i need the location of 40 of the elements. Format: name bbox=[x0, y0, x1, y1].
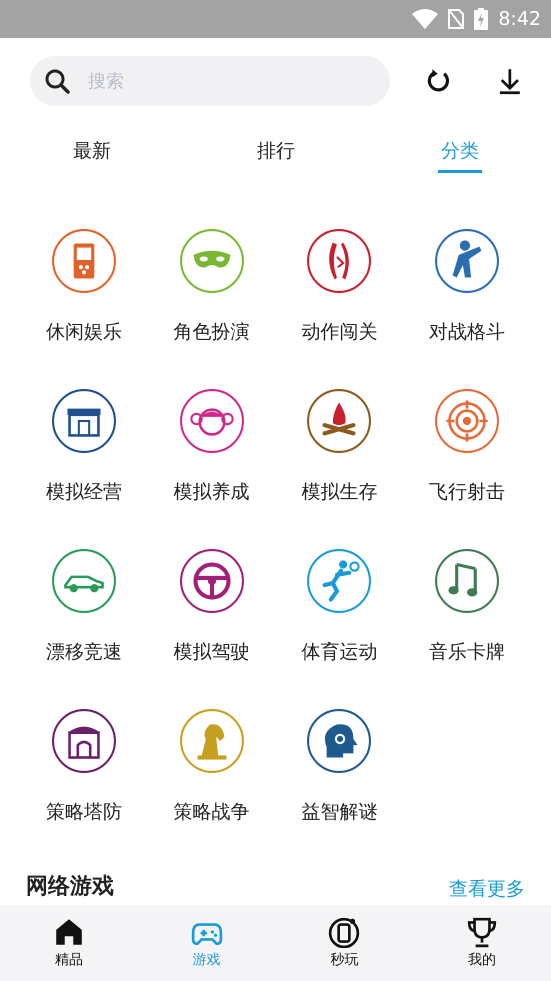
fire-category-icon[interactable] bbox=[306, 388, 372, 454]
search-field[interactable]: 搜索 bbox=[30, 56, 390, 106]
tab[interactable]: 排行 bbox=[254, 137, 298, 173]
tower-category-icon[interactable] bbox=[50, 708, 117, 774]
category-label[interactable]: 模拟驾驶 bbox=[174, 638, 250, 666]
category-label[interactable]: 模拟经营 bbox=[46, 478, 122, 506]
phone-icon bbox=[328, 916, 360, 948]
wifi-icon bbox=[412, 9, 438, 29]
section-title: 网络游戏 bbox=[26, 873, 114, 901]
trophy-icon bbox=[466, 916, 498, 948]
no-sim-icon bbox=[448, 9, 464, 29]
handheld-category-icon[interactable] bbox=[50, 228, 117, 294]
category-label[interactable]: 音乐卡牌 bbox=[429, 638, 506, 666]
category-label[interactable]: 角色扮演 bbox=[174, 318, 250, 346]
category-label[interactable]: 策略战争 bbox=[174, 798, 250, 826]
car-category-icon[interactable] bbox=[50, 548, 117, 614]
category-label[interactable]: 模拟生存 bbox=[301, 478, 378, 506]
wheel-category-icon[interactable] bbox=[178, 548, 245, 614]
category-label[interactable]: 体育运动 bbox=[301, 638, 378, 666]
category-label[interactable]: 策略塔防 bbox=[46, 798, 122, 826]
category-label[interactable]: 模拟养成 bbox=[174, 478, 250, 506]
category-label[interactable]: 动作闯关 bbox=[301, 318, 378, 346]
shop-category-icon[interactable] bbox=[50, 388, 117, 454]
tennis-category-icon[interactable] bbox=[306, 548, 372, 614]
fighter-category-icon[interactable] bbox=[434, 228, 500, 294]
nav-tab[interactable]: 秒玩 bbox=[276, 905, 414, 981]
target-category-icon[interactable] bbox=[434, 388, 500, 454]
category-label[interactable]: 漂移竞速 bbox=[46, 638, 122, 666]
category-label[interactable]: 休闲娱乐 bbox=[46, 318, 122, 346]
search-icon bbox=[44, 68, 70, 94]
category-label[interactable]: 飞行射击 bbox=[429, 478, 506, 506]
status-time: 8:42 bbox=[498, 6, 541, 32]
category-label[interactable]: 益智解谜 bbox=[301, 798, 378, 826]
battery-charging-icon bbox=[474, 8, 488, 30]
category-label[interactable]: 对战格斗 bbox=[429, 318, 506, 346]
tab[interactable]: 最新 bbox=[70, 137, 114, 173]
music-category-icon[interactable] bbox=[434, 548, 500, 614]
nav-tab[interactable]: 我的 bbox=[413, 905, 551, 981]
nav-tab[interactable]: 精品 bbox=[0, 905, 138, 981]
head-category-icon[interactable] bbox=[306, 708, 372, 774]
